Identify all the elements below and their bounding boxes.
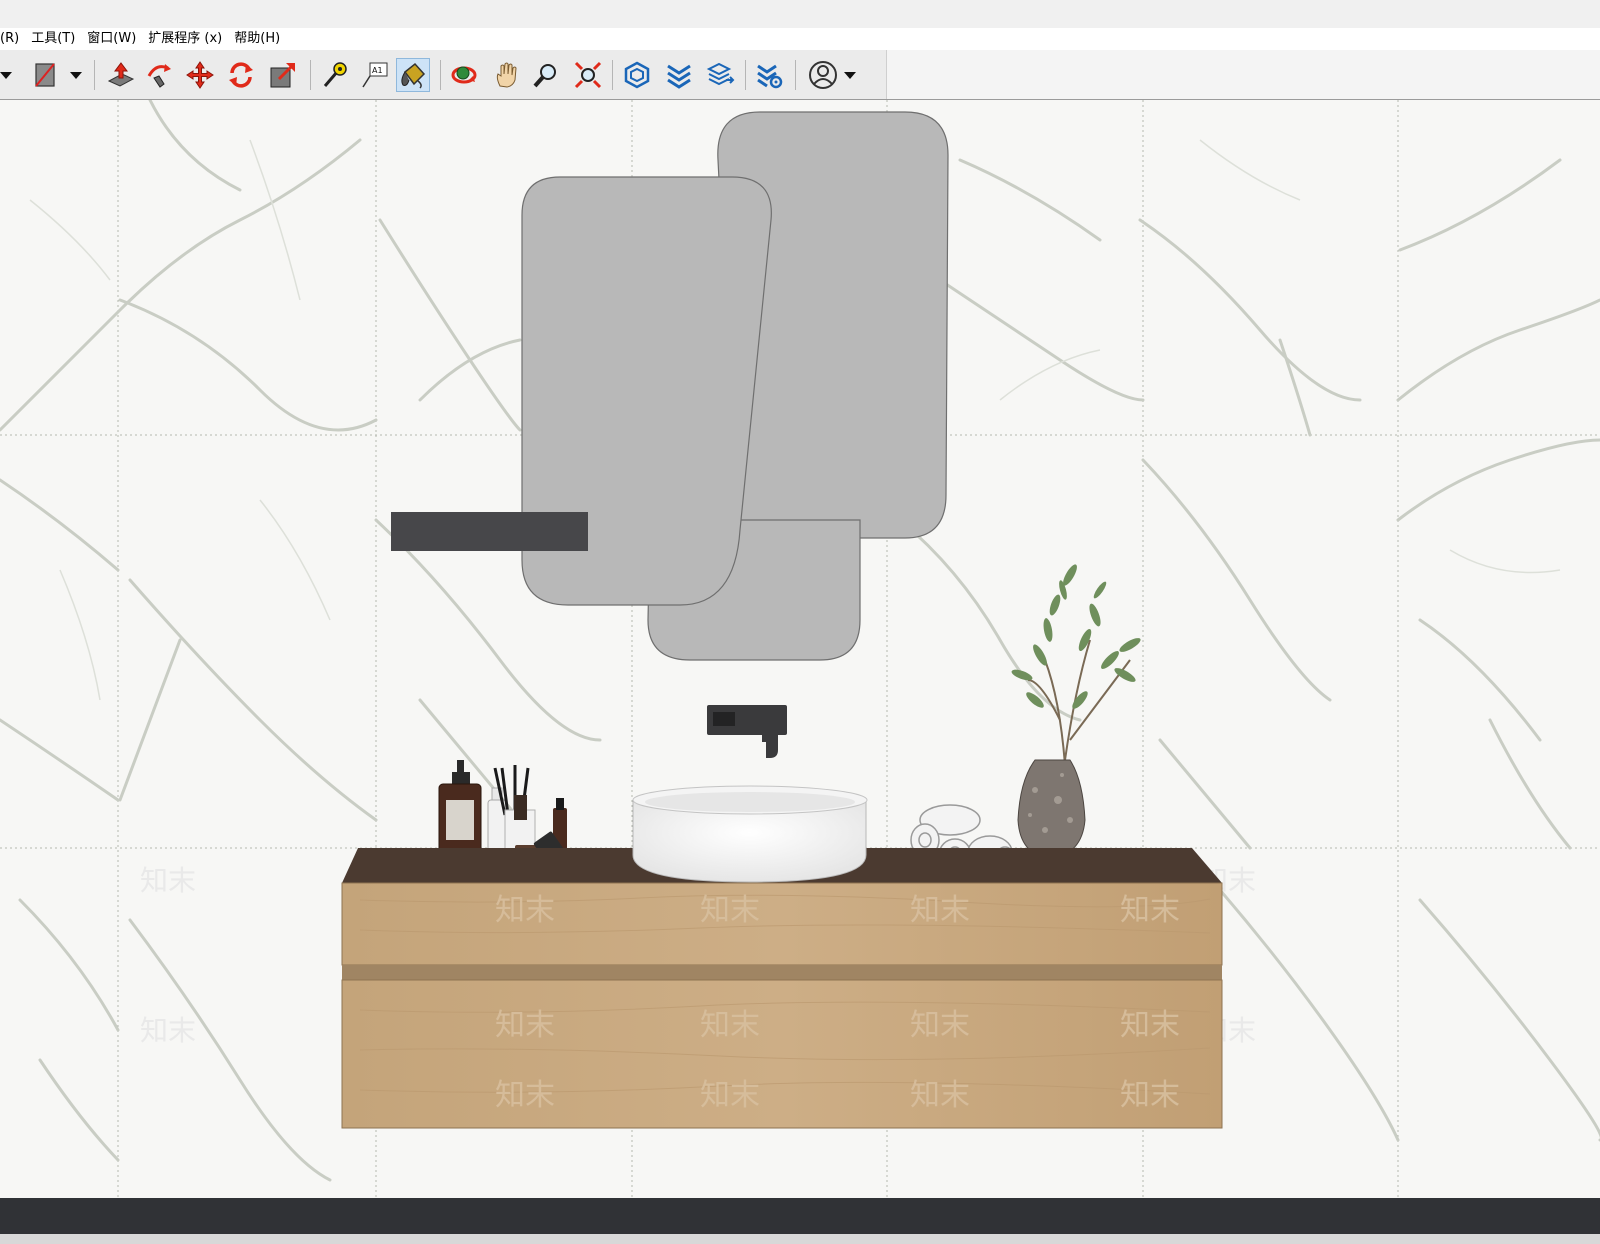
- toolbar-separator: [745, 60, 746, 90]
- toolbar-separator: [795, 60, 796, 90]
- toolbar-separator: [612, 60, 613, 90]
- watermark: 知末: [1120, 1078, 1180, 1113]
- pan-icon[interactable]: [490, 58, 524, 92]
- watermark: 知末: [140, 864, 196, 897]
- toolbar-separator: [440, 60, 441, 90]
- menu-bar: (R) 工具(T) 窗口(W) 扩展程序 (x) 帮助(H): [0, 28, 1600, 50]
- section-dropdown-arrow-icon[interactable]: [64, 58, 88, 92]
- zoom-extents-icon[interactable]: [571, 58, 605, 92]
- status-bar: [0, 1198, 1600, 1234]
- push-pull-icon[interactable]: [104, 58, 138, 92]
- vessel-basin: [632, 785, 868, 883]
- zoom-icon[interactable]: [529, 58, 563, 92]
- menu-item-render[interactable]: (R): [0, 28, 25, 50]
- watermark: 知末: [1120, 1008, 1180, 1043]
- bathroom-scene: 知末 知末 知末 知末 知末 知末 知末 知末 知末 知末 知末 知末 知末 知…: [0, 100, 1600, 1198]
- extension-manager-icon[interactable]: [752, 58, 786, 92]
- watermark: 知末: [910, 893, 970, 928]
- window-bottom-edge: [0, 1234, 1600, 1244]
- layout-send-icon[interactable]: [704, 58, 738, 92]
- menu-item-help[interactable]: 帮助(H): [228, 28, 286, 50]
- account-icon[interactable]: [806, 58, 840, 92]
- extension-warehouse-icon[interactable]: [662, 58, 696, 92]
- section-plane-icon[interactable]: [28, 58, 62, 92]
- menu-item-extensions[interactable]: 扩展程序 (x): [142, 28, 228, 50]
- watermark: 知末: [910, 1078, 970, 1113]
- paint-bucket-icon[interactable]: [396, 58, 430, 92]
- watermark: 知末: [700, 1008, 760, 1043]
- menu-item-tools[interactable]: 工具(T): [25, 28, 81, 50]
- svg-text:A1: A1: [372, 66, 383, 75]
- orbit-icon[interactable]: [447, 58, 481, 92]
- watermark: 知末: [495, 1078, 555, 1113]
- wall-shelf: [391, 512, 588, 551]
- title-bar: [0, 0, 1600, 28]
- watermark: 知末: [700, 893, 760, 928]
- follow-me-icon[interactable]: [142, 58, 176, 92]
- watermark: 知末: [700, 1078, 760, 1113]
- style-dropdown-arrow-icon[interactable]: [0, 58, 18, 92]
- rotate-icon[interactable]: [224, 58, 258, 92]
- move-icon[interactable]: [183, 58, 217, 92]
- toolbar-group: A1: [0, 50, 887, 99]
- text-label-icon[interactable]: A1: [358, 58, 392, 92]
- toolbar: A1: [0, 50, 1600, 100]
- watermark: 知末: [140, 1014, 196, 1047]
- watermark: 知末: [495, 893, 555, 928]
- tape-measure-icon[interactable]: [318, 58, 352, 92]
- account-dropdown-arrow-icon[interactable]: [838, 58, 862, 92]
- toolbar-separator: [94, 60, 95, 90]
- vanity-cabinet: 知末 知末 知末 知末 知末 知末 知末 知末 知末 知末 知末 知末: [341, 882, 1223, 1129]
- menu-item-window[interactable]: 窗口(W): [81, 28, 142, 50]
- watermark: 知末: [495, 1008, 555, 1043]
- watermark: 知末: [1120, 893, 1180, 928]
- model-viewport[interactable]: 知末 知末 知末 知末 知末 知末 知末 知末 知末 知末 知末 知末 知末 知…: [0, 100, 1600, 1198]
- toolbar-separator: [310, 60, 311, 90]
- scale-icon[interactable]: [266, 58, 300, 92]
- 3d-warehouse-icon[interactable]: [620, 58, 654, 92]
- watermark: 知末: [910, 1008, 970, 1043]
